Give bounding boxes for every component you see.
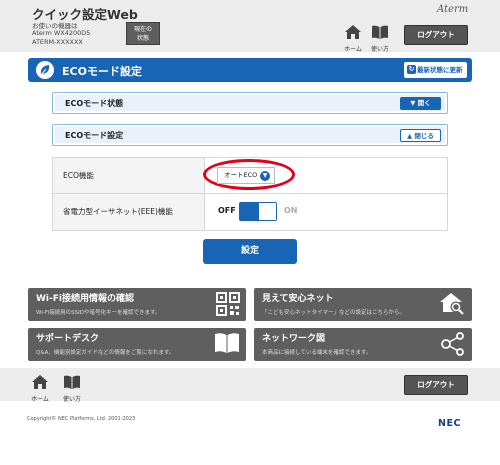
refresh-label: 最新状態に更新: [417, 66, 463, 74]
home-label: ホーム: [344, 46, 362, 53]
quicklink-mieru-net[interactable]: 見えて安心ネット 「こども安心ネットタイマー」などの設定はこちらから。: [254, 288, 472, 321]
eco-status-panel[interactable]: ECOモード状態 ▼ 開く: [52, 92, 448, 114]
footer-howto-label: 使い方: [62, 396, 81, 403]
refresh-icon: ↻: [407, 65, 416, 74]
qr-code-icon: [216, 292, 240, 316]
device-model: Aterm WX4200D5: [32, 29, 91, 37]
howto-button[interactable]: 使い方: [369, 24, 391, 53]
device-name: ATERM-XXXXXX: [32, 38, 83, 46]
settings-table: ECO機能 オートECO ▼ 省電力型イーサネット(EEE)機能 OFF ON: [52, 157, 448, 231]
open-button[interactable]: ▼ 開く: [400, 97, 441, 110]
footer-home-button[interactable]: ホーム: [29, 374, 51, 403]
quicklink-support-desk[interactable]: サポートデスク Q&A、機能別設定ガイドなどの情報をご覧になれます。: [28, 328, 246, 361]
page-header: ECOモード設定 ↻ 最新状態に更新: [28, 58, 472, 82]
eee-on-label: ON: [284, 206, 298, 215]
status-button-line1: 現在の: [133, 26, 152, 33]
page-title: ECOモード設定: [62, 65, 142, 78]
close-label: 閉じる: [414, 132, 434, 140]
quicklink-desc: Q&A、機能別設定ガイドなどの情報をご覧になれます。: [36, 350, 175, 356]
book-icon: [372, 25, 388, 39]
eee-function-row: 省電力型イーサネット(EEE)機能 OFF ON: [53, 194, 447, 230]
quicklink-desc: 「こども安心ネットタイマー」などの設定はこちらから。: [262, 310, 406, 316]
eco-function-row: ECO機能 オートECO ▼: [53, 158, 447, 194]
eco-function-select[interactable]: オートECO ▼: [217, 167, 275, 184]
toggle-knob: [259, 203, 276, 220]
quicklink-network-map[interactable]: ネットワーク図 本商品に接続している端末を確認できます。: [254, 328, 472, 361]
status-button-line2: 状態: [136, 35, 149, 42]
book-icon: [64, 375, 80, 389]
eco-settings-title: ECOモード設定: [65, 131, 124, 140]
footer-logout-button[interactable]: ログアウト: [404, 375, 468, 395]
home-icon: [32, 375, 48, 389]
home-icon: [345, 25, 361, 39]
home-button[interactable]: ホーム: [342, 24, 364, 53]
nec-logo: NEC: [438, 418, 461, 429]
footer-home-label: ホーム: [31, 396, 49, 403]
current-status-button[interactable]: 現在の 状態: [126, 22, 160, 45]
quicklink-title: サポートデスク: [36, 334, 100, 344]
network-icon: [441, 332, 464, 356]
save-button[interactable]: 設定: [203, 239, 297, 264]
quicklink-title: 見えて安心ネット: [262, 294, 334, 304]
aterm-logo: Aterm: [437, 4, 469, 15]
logout-button[interactable]: ログアウト: [404, 25, 468, 45]
eee-off-label: OFF: [218, 206, 236, 215]
open-label: 開く: [417, 99, 431, 107]
refresh-button[interactable]: ↻ 最新状態に更新: [404, 62, 467, 78]
eee-toggle[interactable]: [239, 202, 277, 221]
footer-howto-button[interactable]: 使い方: [61, 374, 83, 403]
chevron-down-icon: ▼: [410, 99, 418, 107]
eco-settings-panel[interactable]: ECOモード設定 ▲ 閉じる: [52, 124, 448, 146]
copyright: Copyright© NEC Platforms, Ltd. 2001-2023: [27, 416, 136, 422]
eco-status-title: ECOモード状態: [65, 99, 124, 108]
close-button[interactable]: ▲ 閉じる: [400, 129, 441, 142]
quicklink-wifi-info[interactable]: Wi-Fi接続用情報の確認 Wi-Fi接続用のSSIDや暗号化キーを確認できます…: [28, 288, 246, 321]
footer-bar: ホーム 使い方 ログアウト: [0, 368, 500, 403]
quicklink-title: Wi-Fi接続用情報の確認: [36, 294, 134, 304]
eco-function-label: ECO機能: [53, 158, 205, 193]
quicklink-desc: 本商品に接続している端末を確認できます。: [262, 350, 372, 356]
book-icon: [215, 333, 239, 353]
howto-label: 使い方: [370, 46, 389, 53]
quicklink-title: ネットワーク図: [262, 334, 326, 344]
header: クイック設定Web お使いの機器は Aterm WX4200D5 ATERM-X…: [0, 0, 500, 53]
quicklink-desc: Wi-Fi接続用のSSIDや暗号化キーを確認できます。: [36, 310, 161, 316]
chevron-down-icon: ▼: [260, 171, 270, 181]
eco-leaf-icon: [36, 61, 54, 79]
eco-function-value: オートECO: [224, 171, 258, 179]
home-search-icon: [440, 293, 464, 315]
eee-function-label: 省電力型イーサネット(EEE)機能: [53, 194, 205, 230]
